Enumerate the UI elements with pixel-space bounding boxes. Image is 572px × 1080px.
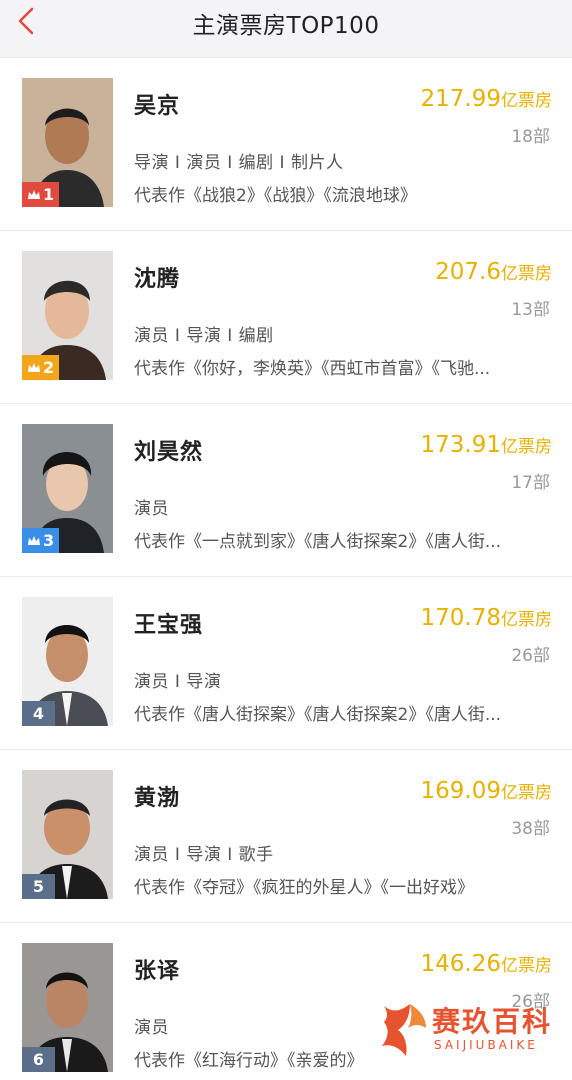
actor-row[interactable]: 5 黄渤 169.09亿票房 38部 演员 I 导演 I 歌手 代表作《夺冠》《… bbox=[0, 750, 572, 923]
actor-row[interactable]: 2 沈腾 207.6亿票房 13部 演员 I 导演 I 编剧 代表作《你好，李焕… bbox=[0, 231, 572, 404]
avatar[interactable]: 2 bbox=[22, 251, 113, 380]
rank-badge: 1 bbox=[22, 182, 60, 207]
crown-icon bbox=[28, 535, 40, 545]
rank-number: 1 bbox=[43, 185, 55, 204]
works-count: 13部 bbox=[511, 300, 550, 320]
works-count: 18部 bbox=[511, 127, 550, 147]
box-office: 173.91亿票房 bbox=[421, 432, 552, 458]
box-office-unit: 亿票房 bbox=[501, 610, 552, 630]
box-office-value: 146.26 bbox=[420, 951, 501, 977]
rank-number: 5 bbox=[32, 877, 45, 896]
box-office: 146.26亿票房 bbox=[421, 951, 552, 977]
rank-badge: 6 bbox=[22, 1047, 55, 1072]
rank-badge: 2 bbox=[22, 355, 60, 380]
representative-works: 代表作《你好，李焕英》《西虹市首富》《飞驰... bbox=[134, 359, 491, 379]
box-office-value: 170.78 bbox=[420, 605, 501, 631]
box-office: 169.09亿票房 bbox=[421, 778, 552, 804]
page-title: 主演票房TOP100 bbox=[192, 13, 380, 39]
watermark-subtitle: SAIJIUBAIKE bbox=[434, 1038, 538, 1052]
fish-tail-logo-icon bbox=[382, 1004, 426, 1056]
rank-number: 2 bbox=[43, 358, 55, 377]
box-office-value: 207.6 bbox=[435, 259, 501, 285]
actor-name[interactable]: 吴京 bbox=[134, 88, 180, 120]
rank-badge: 4 bbox=[22, 701, 55, 726]
representative-works: 代表作《唐人街探案》《唐人街探案2》《唐人街... bbox=[134, 705, 502, 725]
representative-works: 代表作《战狼2》《战狼》《流浪地球》 bbox=[134, 186, 417, 206]
box-office-value: 217.99 bbox=[420, 86, 501, 112]
box-office-value: 173.91 bbox=[420, 432, 501, 458]
roles: 演员 I 导演 I 歌手 bbox=[134, 845, 274, 865]
representative-works: 代表作《一点就到家》《唐人街探案2》《唐人街... bbox=[134, 532, 502, 552]
actor-name[interactable]: 刘昊然 bbox=[134, 434, 203, 466]
roles: 演员 bbox=[134, 499, 169, 519]
roles: 演员 bbox=[134, 1018, 169, 1038]
works-count: 38部 bbox=[511, 819, 550, 839]
rank-number: 3 bbox=[43, 531, 55, 550]
box-office: 217.99亿票房 bbox=[421, 86, 552, 112]
box-office: 170.78亿票房 bbox=[421, 605, 552, 631]
representative-works: 代表作《夺冠》《疯狂的外星人》《一出好戏》 bbox=[134, 878, 474, 898]
actor-row[interactable]: 4 王宝强 170.78亿票房 26部 演员 I 导演 代表作《唐人街探案》《唐… bbox=[0, 577, 572, 750]
rank-badge: 5 bbox=[22, 874, 55, 899]
crown-icon bbox=[28, 189, 40, 199]
box-office-unit: 亿票房 bbox=[501, 91, 552, 111]
avatar[interactable]: 6 bbox=[22, 943, 113, 1072]
watermark-title: 赛玖百科 bbox=[432, 1005, 553, 1038]
actor-row[interactable]: 3 刘昊然 173.91亿票房 17部 演员 代表作《一点就到家》《唐人街探案2… bbox=[0, 404, 572, 577]
actor-name[interactable]: 沈腾 bbox=[134, 261, 180, 293]
box-office-unit: 亿票房 bbox=[501, 956, 552, 976]
rank-number: 4 bbox=[32, 704, 45, 723]
rank-badge: 3 bbox=[22, 528, 60, 553]
top-bar: 主演票房TOP100 bbox=[0, 0, 572, 58]
avatar[interactable]: 1 bbox=[22, 78, 113, 207]
roles: 导演 I 演员 I 编剧 I 制片人 bbox=[134, 153, 344, 173]
box-office: 207.6亿票房 bbox=[435, 259, 552, 285]
roles: 演员 I 导演 I 编剧 bbox=[134, 326, 274, 346]
actor-name[interactable]: 黄渤 bbox=[134, 780, 180, 812]
crown-icon bbox=[28, 362, 40, 372]
rank-number: 6 bbox=[32, 1050, 45, 1069]
box-office-unit: 亿票房 bbox=[501, 783, 552, 803]
box-office-unit: 亿票房 bbox=[501, 264, 552, 284]
roles: 演员 I 导演 bbox=[134, 672, 222, 692]
avatar[interactable]: 4 bbox=[22, 597, 113, 726]
avatar[interactable]: 5 bbox=[22, 770, 113, 899]
avatar[interactable]: 3 bbox=[22, 424, 113, 553]
actor-row[interactable]: 1 吴京 217.99亿票房 18部 导演 I 演员 I 编剧 I 制片人 代表… bbox=[0, 58, 572, 231]
watermark: 赛玖百科 SAIJIUBAIKE bbox=[380, 998, 558, 1062]
box-office-value: 169.09 bbox=[420, 778, 501, 804]
works-count: 26部 bbox=[511, 646, 550, 666]
actor-name[interactable]: 张译 bbox=[134, 953, 180, 985]
box-office-unit: 亿票房 bbox=[501, 437, 552, 457]
works-count: 17部 bbox=[511, 473, 550, 493]
actor-name[interactable]: 王宝强 bbox=[134, 607, 203, 639]
